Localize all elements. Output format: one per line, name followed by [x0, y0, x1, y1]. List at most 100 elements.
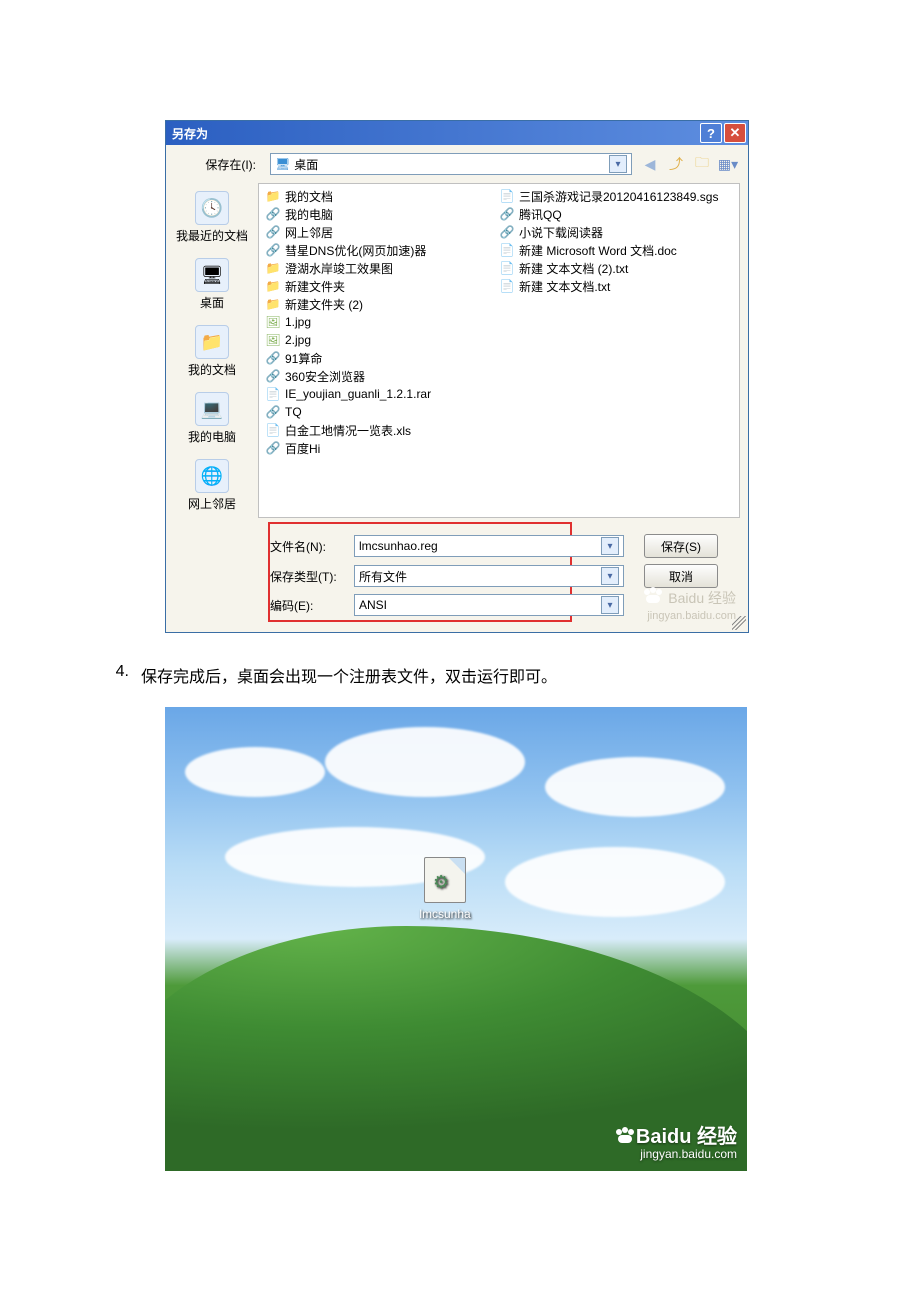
img-icon: 🖼: [265, 315, 281, 329]
desktop-icon: 🖥: [195, 258, 229, 292]
file-name: 新建 Microsoft Word 文档.doc: [519, 242, 677, 259]
chevron-down-icon[interactable]: ▾: [609, 155, 627, 173]
file-item[interactable]: 📁 新建文件夹: [265, 278, 499, 294]
txt-icon: 📄: [499, 261, 515, 275]
file-name: 新建文件夹: [285, 278, 345, 295]
filename-input[interactable]: lmcsunhao.reg ▾: [354, 535, 624, 557]
gears-icon: ⚙: [433, 872, 449, 893]
file-list[interactable]: 📁我的文档🔗我的电脑🔗网上邻居🔗彗星DNS优化(网页加速)器📁澄湖水岸竣工效果图…: [258, 183, 740, 518]
file-item[interactable]: 🔗TQ: [265, 404, 499, 420]
exe-icon: 🔗: [265, 351, 281, 365]
doc-icon: 📄: [265, 387, 281, 401]
file-item[interactable]: 📄 新建 Microsoft Word 文档.doc: [499, 242, 733, 258]
file-item[interactable]: 🔗 我的电脑: [265, 206, 499, 222]
watermark: Baidu 经验 jingyan.baidu.com: [616, 1126, 737, 1161]
reg-file-label: lmcsunha: [419, 907, 470, 921]
doc-icon: 📄: [499, 243, 515, 257]
desktop-screenshot: ⚙ lmcsunha Baidu 经验 jingyan.baidu.com: [165, 707, 747, 1171]
save-as-dialog: 另存为 ? ✕ 保存在(I): 🖥 桌面 ▾ ◀ ⤴ 🗀 ▦▾ 🕓 我最近: [165, 120, 749, 633]
documents-icon: 📁: [195, 325, 229, 359]
recent-icon: 🕓: [195, 191, 229, 225]
file-name: 白金工地情况一览表.xls: [285, 422, 411, 439]
network-icon: 🌐: [195, 459, 229, 493]
encoding-select[interactable]: ANSI ▾: [354, 594, 624, 616]
file-name: 腾讯QQ: [519, 206, 562, 223]
title-bar: 另存为 ? ✕: [166, 121, 748, 145]
watermark-url: jingyan.baidu.com: [616, 1148, 737, 1161]
file-item[interactable]: 🔗 网上邻居: [265, 224, 499, 240]
chevron-down-icon[interactable]: ▾: [601, 567, 619, 585]
views-icon[interactable]: ▦▾: [718, 154, 738, 174]
file-name: 新建 文本文档 (2).txt: [519, 260, 628, 277]
file-item[interactable]: 🔗百度Hi: [265, 440, 499, 456]
dialog-bottom: 文件名(N): lmcsunhao.reg ▾ 保存(S) 保存类型(T): 所…: [166, 526, 748, 632]
file-item[interactable]: 📁 新建文件夹 (2): [265, 296, 499, 312]
encoding-value: ANSI: [359, 598, 387, 612]
file-item[interactable]: 🖼 1.jpg: [265, 314, 499, 330]
file-name: 360安全浏览器: [285, 368, 365, 385]
filetype-label: 保存类型(T):: [270, 568, 346, 585]
help-button[interactable]: ?: [700, 123, 722, 143]
back-icon[interactable]: ◀: [640, 154, 660, 174]
file-item[interactable]: 📁澄湖水岸竣工效果图: [265, 260, 499, 276]
doc-icon: 📄: [499, 189, 515, 203]
file-item[interactable]: 🔗彗星DNS优化(网页加速)器: [265, 242, 499, 258]
file-name: 彗星DNS优化(网页加速)器: [285, 242, 426, 259]
file-name: 澄湖水岸竣工效果图: [285, 260, 393, 277]
folder-icon: 📁: [265, 297, 281, 311]
place-recent[interactable]: 🕓 我最近的文档: [170, 187, 254, 248]
place-label: 桌面: [200, 294, 224, 311]
chevron-down-icon[interactable]: ▾: [601, 537, 619, 555]
file-name: 我的电脑: [285, 206, 333, 223]
save-in-value: 桌面: [294, 156, 318, 173]
chevron-down-icon[interactable]: ▾: [601, 596, 619, 614]
file-name: 三国杀游戏记录20120416123849.sgs: [519, 188, 718, 205]
file-name: 2.jpg: [285, 333, 311, 347]
file-name: 百度Hi: [285, 440, 320, 457]
place-computer[interactable]: 💻 我的电脑: [170, 388, 254, 449]
encoding-label: 编码(E):: [270, 597, 346, 614]
close-button[interactable]: ✕: [724, 123, 746, 143]
exe-icon: 🔗: [265, 207, 281, 221]
place-documents[interactable]: 📁 我的文档: [170, 321, 254, 382]
paw-icon: [616, 1129, 634, 1143]
save-button[interactable]: 保存(S): [644, 534, 718, 558]
file-item[interactable]: 🔗 91算命: [265, 350, 499, 366]
file-item[interactable]: 📁我的文档: [265, 188, 499, 204]
place-desktop[interactable]: 🖥 桌面: [170, 254, 254, 315]
place-label: 网上邻居: [188, 495, 236, 512]
place-label: 我最近的文档: [176, 227, 248, 244]
file-item[interactable]: 📄 新建 文本文档 (2).txt: [499, 260, 733, 276]
folder-icon: 📁: [265, 279, 281, 293]
computer-icon: 💻: [195, 392, 229, 426]
file-item[interactable]: 🔗 小说下载阅读器: [499, 224, 733, 240]
file-name: 网上邻居: [285, 224, 333, 241]
file-item[interactable]: 📄新建 文本文档.txt: [499, 278, 733, 294]
place-network[interactable]: 🌐 网上邻居: [170, 455, 254, 516]
resize-grip-icon[interactable]: [732, 616, 746, 630]
cancel-button[interactable]: 取消: [644, 564, 718, 588]
up-icon[interactable]: ⤴: [666, 154, 686, 174]
file-item[interactable]: 📄 三国杀游戏记录20120416123849.sgs: [499, 188, 733, 204]
save-in-select[interactable]: 🖥 桌面 ▾: [270, 153, 632, 175]
file-name: 1.jpg: [285, 315, 311, 329]
filetype-select[interactable]: 所有文件 ▾: [354, 565, 624, 587]
file-name: 新建文件夹 (2): [285, 296, 363, 313]
img-icon: 🖼: [265, 333, 281, 347]
file-item[interactable]: 🔗腾讯QQ: [499, 206, 733, 222]
file-name: 我的文档: [285, 188, 333, 205]
step-text: 保存完成后，桌面会出现一个注册表文件，双击运行即可。: [141, 663, 557, 687]
exe-icon: 🔗: [499, 225, 515, 239]
save-in-row: 保存在(I): 🖥 桌面 ▾ ◀ ⤴ 🗀 ▦▾: [166, 145, 748, 183]
file-item[interactable]: 📄白金工地情况一览表.xls: [265, 422, 499, 438]
places-bar: 🕓 我最近的文档 🖥 桌面 📁 我的文档 💻 我的电脑 🌐 网上邻: [166, 183, 258, 526]
new-folder-icon[interactable]: 🗀: [692, 154, 712, 174]
reg-file-icon[interactable]: ⚙ lmcsunha: [411, 857, 479, 921]
watermark-brand: Baidu 经验: [636, 1126, 737, 1148]
exe-icon: 🔗: [265, 225, 281, 239]
file-item[interactable]: 🖼 2.jpg: [265, 332, 499, 348]
file-item[interactable]: 🔗360安全浏览器: [265, 368, 499, 384]
file-name: 91算命: [285, 350, 322, 367]
file-name: 小说下载阅读器: [519, 224, 603, 241]
file-item[interactable]: 📄IE_youjian_guanli_1.2.1.rar: [265, 386, 499, 402]
